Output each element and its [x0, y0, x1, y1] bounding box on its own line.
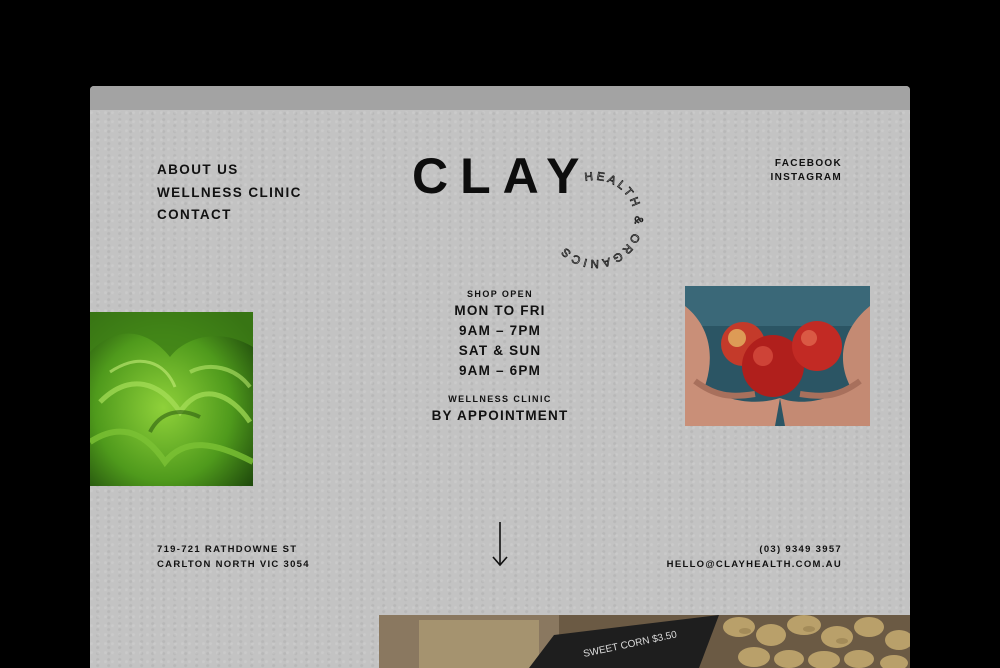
nav-wellness-clinic[interactable]: WELLNESS CLINIC: [157, 182, 302, 205]
lettuce-photo: [90, 312, 253, 486]
weekend-days: SAT & SUN: [458, 343, 542, 358]
nav-about-us[interactable]: ABOUT US: [157, 159, 302, 182]
address-line-1: 719-721 RATHDOWNE ST: [157, 544, 298, 555]
phone-number[interactable]: (03) 9349 3957: [667, 542, 842, 557]
potatoes-photo: SWEET CORN $3.50: [379, 615, 910, 668]
wellness-clinic-label: WELLNESS CLINIC: [448, 394, 552, 404]
street-address: 719-721 RATHDOWNE ST CARLTON NORTH VIC 3…: [157, 542, 310, 572]
contact-details: (03) 9349 3957 HELLO@CLAYHEALTH.COM.AU: [667, 542, 842, 572]
shop-open-label: SHOP OPEN: [467, 289, 533, 299]
apples-photo: [685, 286, 870, 426]
weekday-time: 9AM – 7PM: [458, 323, 542, 338]
by-appointment: BY APPOINTMENT: [431, 408, 569, 423]
nav-contact[interactable]: CONTACT: [157, 204, 302, 227]
weekend-time: 9AM – 6PM: [458, 363, 542, 378]
address-line-2: CARLTON NORTH VIC 3054: [157, 559, 310, 570]
seal-text: HEALTH & ORGANICS: [557, 170, 641, 269]
svg-text:HEALTH & ORGANICS: HEALTH & ORGANICS: [558, 171, 645, 270]
main-nav: ABOUT US WELLNESS CLINIC CONTACT: [157, 159, 302, 227]
weekday-days: MON TO FRI: [454, 303, 546, 318]
browser-titlebar: [90, 86, 910, 110]
email-address[interactable]: HELLO@CLAYHEALTH.COM.AU: [667, 557, 842, 572]
instagram-link[interactable]: INSTAGRAM: [770, 171, 842, 185]
health-organics-seal: HEALTH & ORGANICS: [557, 170, 645, 270]
opening-hours: SHOP OPEN MON TO FRI 9AM – 7PM SAT & SUN…: [390, 288, 610, 426]
facebook-link[interactable]: FACEBOOK: [770, 157, 842, 171]
browser-window: ABOUT US WELLNESS CLINIC CONTACT CLAY HE…: [90, 86, 910, 668]
social-links: FACEBOOK INSTAGRAM: [770, 157, 842, 185]
page-content: ABOUT US WELLNESS CLINIC CONTACT CLAY HE…: [90, 110, 910, 668]
down-arrow-icon[interactable]: [490, 520, 510, 568]
